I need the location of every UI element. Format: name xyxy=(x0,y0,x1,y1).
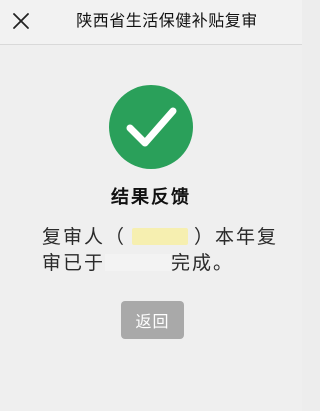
message-text-date-prefix: 审已于 xyxy=(42,252,106,274)
close-button[interactable] xyxy=(8,8,34,34)
message-text-suffix: ）本年复 xyxy=(194,226,279,248)
redacted-date xyxy=(105,254,172,271)
back-button[interactable]: 返回 xyxy=(121,301,184,339)
message-text-complete: 完成。 xyxy=(171,252,235,274)
result-message-line-1: 复审人（ ）本年复 xyxy=(42,224,276,250)
close-icon xyxy=(13,13,29,29)
message-text-prefix: 复审人（ xyxy=(42,226,127,248)
check-circle-icon xyxy=(109,85,193,169)
result-page: 陕西省生活保健补贴复审 结果反馈 复审人（ ）本年复 审已于 完成。 返回 xyxy=(0,0,302,411)
page-title: 陕西省生活保健补贴复审 xyxy=(76,11,258,30)
redacted-name xyxy=(132,228,189,245)
top-nav-bar: 陕西省生活保健补贴复审 xyxy=(0,0,302,45)
result-message-line-2: 审已于 完成。 xyxy=(42,250,274,276)
result-message: 复审人（ ）本年复 审已于 完成。 xyxy=(42,224,276,276)
result-title: 结果反馈 xyxy=(111,187,191,208)
